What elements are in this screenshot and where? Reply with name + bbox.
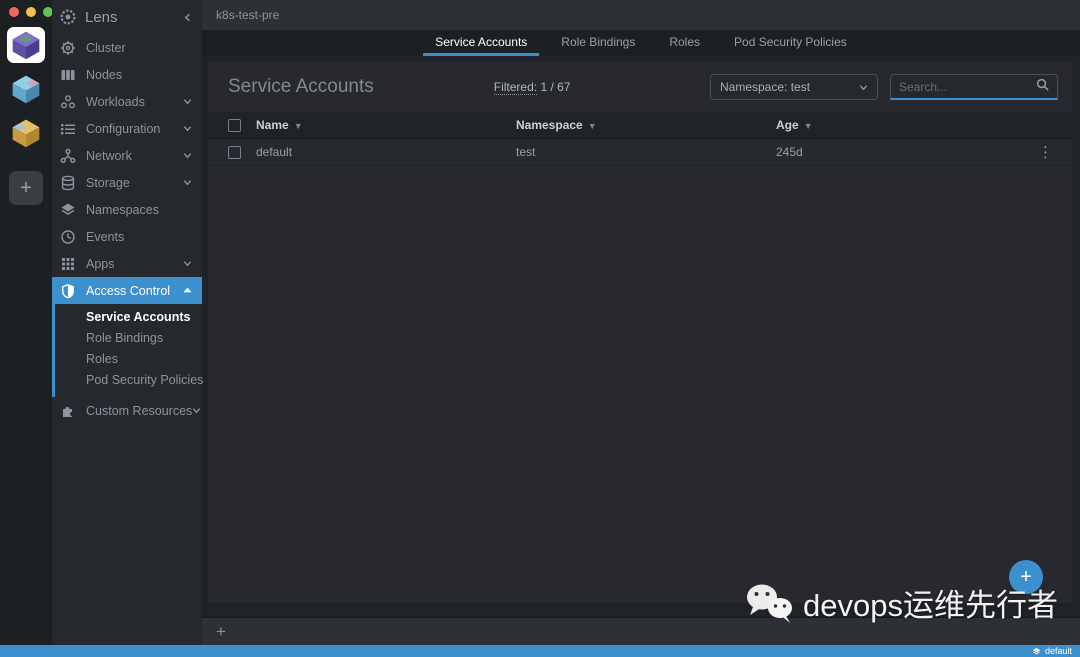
- tab-role-bindings[interactable]: Role Bindings: [549, 30, 647, 56]
- filtered-value: 1 / 67: [540, 80, 571, 94]
- sidebar-item-configuration[interactable]: Configuration: [52, 115, 202, 142]
- chevron-down-icon: [183, 178, 192, 187]
- new-terminal-button[interactable]: +: [216, 622, 226, 642]
- sort-arrow-icon: ▼: [293, 121, 303, 131]
- add-cluster-button[interactable]: +: [9, 171, 43, 205]
- filtered-label[interactable]: Filtered:: [493, 80, 538, 95]
- sort-arrow-icon: ▼: [803, 121, 813, 131]
- cell-namespace: test: [516, 145, 536, 159]
- submenu-item-roles[interactable]: Roles: [52, 349, 202, 370]
- cluster-icon-purple[interactable]: [7, 27, 45, 63]
- main-area: k8s-test-pre Service Accounts Role Bindi…: [202, 0, 1080, 645]
- workloads-icon: [60, 94, 76, 110]
- filtered-count: Filtered: 1 / 67: [493, 80, 571, 95]
- tab-bar: Service Accounts Role Bindings Roles Pod…: [202, 30, 1080, 56]
- lens-logo-icon: [60, 9, 76, 25]
- column-header-namespace[interactable]: Namespace ▼: [516, 118, 776, 132]
- search-icon[interactable]: [1036, 78, 1049, 96]
- access-control-submenu: Service Accounts Role Bindings Roles Pod…: [52, 304, 203, 397]
- window-controls: [0, 7, 53, 17]
- network-icon: [60, 148, 76, 164]
- cell-name: default: [256, 145, 293, 159]
- chevron-down-icon: [183, 259, 192, 268]
- chevron-down-icon: [192, 406, 201, 415]
- tab-service-accounts[interactable]: Service Accounts: [423, 30, 540, 56]
- configuration-list-icon: [60, 121, 76, 137]
- row-menu-icon[interactable]: ⋮: [1024, 143, 1054, 161]
- sidebar-item-apps[interactable]: Apps: [52, 250, 202, 277]
- tab-pod-security-policies[interactable]: Pod Security Policies: [722, 30, 859, 56]
- sidebar-item-access-control[interactable]: Access Control: [52, 277, 202, 304]
- close-window-button[interactable]: [9, 7, 19, 17]
- table-empty-space: [208, 166, 1072, 603]
- shield-icon: [60, 283, 76, 299]
- content-area: Service Accounts Filtered: 1 / 67 Namesp…: [202, 56, 1080, 617]
- status-namespace[interactable]: default: [1045, 646, 1072, 656]
- sort-arrow-icon: ▼: [587, 121, 597, 131]
- submenu-item-pod-security-policies[interactable]: Pod Security Policies: [52, 370, 203, 391]
- storage-database-icon: [60, 175, 76, 191]
- sidebar-item-workloads[interactable]: Workloads: [52, 88, 202, 115]
- chevron-down-icon: [183, 151, 192, 160]
- column-header-name[interactable]: Name ▼: [256, 118, 516, 132]
- events-clock-icon: [60, 229, 76, 245]
- lens-window: + Lens Cluster Nodes Workloads Configura…: [0, 0, 1080, 657]
- yellow-cube-icon: [12, 119, 40, 148]
- namespace-select[interactable]: Namespace: test: [710, 74, 878, 100]
- sidebar-item-events[interactable]: Events: [52, 223, 202, 250]
- cluster-icon-blue[interactable]: [7, 71, 45, 107]
- helm-wheel-icon: [60, 40, 76, 56]
- sidebar-item-network[interactable]: Network: [52, 142, 202, 169]
- column-header-age[interactable]: Age ▼: [776, 118, 1024, 132]
- page-title: Service Accounts: [228, 76, 374, 97]
- purple-cube-icon: [12, 31, 40, 60]
- app-title: Lens: [85, 8, 118, 26]
- table-header: Name ▼ Namespace ▼ Age ▼: [208, 112, 1072, 139]
- search-box: [890, 74, 1058, 100]
- cluster-titlebar: k8s-test-pre: [202, 0, 1080, 30]
- namespace-status-icon: [1032, 647, 1041, 654]
- cluster-icon-yellow[interactable]: [7, 115, 45, 151]
- chevron-down-icon: [183, 97, 192, 106]
- table-row[interactable]: default test 245d ⋮: [208, 139, 1072, 166]
- chevron-up-icon: [183, 286, 192, 295]
- sidebar-item-nodes[interactable]: Nodes: [52, 61, 202, 88]
- sidebar-item-namespaces[interactable]: Namespaces: [52, 196, 202, 223]
- puzzle-icon: [60, 403, 76, 419]
- namespace-select-value: Namespace: test: [720, 80, 811, 94]
- blue-cube-icon: [12, 75, 40, 104]
- chevron-down-icon: [183, 124, 192, 133]
- namespaces-layers-icon: [60, 202, 76, 218]
- add-resource-fab-button[interactable]: +: [1009, 560, 1043, 594]
- submenu-item-service-accounts[interactable]: Service Accounts: [52, 307, 202, 328]
- search-input[interactable]: [899, 79, 1036, 94]
- panel-header: Service Accounts Filtered: 1 / 67 Namesp…: [208, 62, 1072, 112]
- nodes-icon: [60, 67, 76, 83]
- chevron-down-icon: [859, 83, 868, 92]
- cluster-name: k8s-test-pre: [216, 8, 280, 22]
- app-header: Lens: [52, 0, 202, 34]
- status-bar: default: [0, 645, 1080, 657]
- cell-age: 245d: [776, 145, 803, 159]
- sidebar: Lens Cluster Nodes Workloads Configurati…: [52, 0, 203, 645]
- row-checkbox[interactable]: [228, 145, 241, 159]
- apps-grid-icon: [60, 256, 76, 272]
- sidebar-item-custom-resources[interactable]: Custom Resources: [52, 397, 202, 424]
- sidebar-item-cluster[interactable]: Cluster: [52, 34, 202, 61]
- sidebar-collapse-icon[interactable]: [183, 13, 192, 22]
- terminal-dock: +: [202, 617, 1080, 645]
- service-accounts-panel: Service Accounts Filtered: 1 / 67 Namesp…: [208, 62, 1072, 603]
- submenu-item-role-bindings[interactable]: Role Bindings: [52, 328, 202, 349]
- tab-roles[interactable]: Roles: [657, 30, 712, 56]
- minimize-window-button[interactable]: [26, 7, 36, 17]
- cluster-rail: +: [0, 0, 53, 645]
- sidebar-item-storage[interactable]: Storage: [52, 169, 202, 196]
- select-all-checkbox[interactable]: [228, 118, 241, 132]
